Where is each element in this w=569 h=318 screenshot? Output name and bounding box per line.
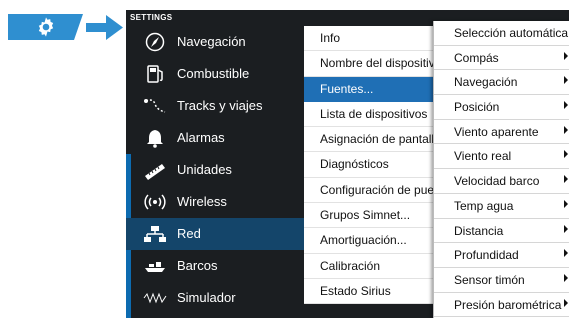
submenu-label: Configuración de puente: [320, 182, 434, 197]
chevron-right-icon: [564, 273, 568, 282]
dropdown-label: Navegación: [454, 75, 518, 90]
compass-icon: [142, 32, 168, 52]
category-item-wireless[interactable]: Wireless: [126, 186, 304, 218]
submenu-item-bridge-config[interactable]: Configuración de puente: [304, 178, 434, 204]
gear-icon: [38, 17, 54, 37]
dropdown-item-auto-select[interactable]: Selección automática: [434, 21, 569, 46]
category-label: Unidades: [177, 162, 232, 177]
dropdown-item-rudder-sensor[interactable]: Sensor timón: [434, 268, 569, 293]
submenu-item-diagnostics[interactable]: Diagnósticos: [304, 152, 434, 178]
dropdown-label: Viento real: [454, 149, 512, 164]
dropdown-item-apparent-wind[interactable]: Viento aparente: [434, 120, 569, 145]
submenu-item-damping[interactable]: Amortiguación...: [304, 228, 434, 254]
category-label: Combustible: [177, 66, 250, 81]
category-item-combustible[interactable]: Combustible: [126, 58, 304, 90]
submenu-item-sources[interactable]: Fuentes...: [304, 76, 434, 102]
category-item-simulador[interactable]: Simulador: [126, 282, 304, 314]
dropdown-item-depth[interactable]: Profundidad: [434, 243, 569, 268]
submenu-label: Amortiguación...: [320, 233, 407, 248]
chevron-right-icon: [564, 51, 568, 60]
dropdown-label: Velocidad barco: [454, 174, 540, 189]
submenu-label: Diagnósticos: [320, 157, 389, 172]
chevron-right-icon: [564, 298, 568, 307]
chevron-right-icon: [564, 101, 568, 110]
dropdown-label: Presión barométrica: [454, 297, 562, 312]
chevron-right-icon: [564, 125, 568, 134]
boats-icon: [142, 256, 168, 276]
wireless-icon: [142, 192, 168, 212]
dropdown-label: Distancia: [454, 223, 504, 238]
chevron-right-icon: [564, 76, 568, 85]
simulator-icon: [142, 288, 168, 308]
dropdown-item-position[interactable]: Posición: [434, 95, 569, 120]
category-label: Alarmas: [177, 130, 225, 145]
dropdown-item-compass[interactable]: Compás: [434, 46, 569, 71]
category-item-unidades[interactable]: Unidades: [126, 154, 304, 186]
submenu-item-display-assignment[interactable]: Asignación de pantallas: [304, 127, 434, 153]
tracks-icon: [142, 96, 168, 116]
category-list: Navegación Combustible Tracks y viajes A…: [126, 26, 304, 314]
dropdown-item-boat-speed[interactable]: Velocidad barco: [434, 169, 569, 194]
network-icon: [142, 224, 168, 244]
chevron-right-icon: [564, 199, 568, 208]
submenu-label: Nombre del dispositivo: [320, 56, 434, 71]
category-label: Tracks y viajes: [177, 98, 263, 113]
submenu-item-info[interactable]: Info: [304, 26, 434, 52]
dropdown-label: Sensor timón: [454, 272, 525, 287]
submenu-panel: Info Nombre del dispositivo Fuentes... L…: [304, 26, 434, 304]
submenu-label: Info: [320, 31, 341, 45]
sources-dropdown: Selección automática Compás Navegación P…: [433, 21, 569, 318]
category-label: Red: [177, 226, 201, 241]
category-item-red[interactable]: Red: [126, 218, 304, 250]
dropdown-label: Posición: [454, 100, 500, 115]
chevron-right-icon: [564, 249, 568, 258]
dropdown-label: Compás: [454, 50, 499, 65]
submenu-label: Fuentes...: [320, 81, 374, 96]
submenu-item-device-name[interactable]: Nombre del dispositivo: [304, 51, 434, 77]
dropdown-item-true-wind[interactable]: Viento real: [434, 144, 569, 170]
settings-banner[interactable]: [8, 14, 83, 40]
dropdown-label: Temp agua: [454, 198, 514, 213]
category-label: Wireless: [177, 194, 227, 209]
category-label: Barcos: [177, 258, 218, 273]
dropdown-item-navigation[interactable]: Navegación: [434, 70, 569, 96]
dropdown-item-barometric-pressure[interactable]: Presión barométrica: [434, 293, 569, 318]
submenu-item-sirius-status[interactable]: Estado Sirius: [304, 279, 434, 304]
dropdown-item-water-temp[interactable]: Temp agua: [434, 194, 569, 219]
chevron-right-icon: [564, 150, 568, 159]
submenu-label: Calibración: [320, 258, 381, 273]
dropdown-label: Viento aparente: [454, 124, 539, 139]
submenu-item-device-list[interactable]: Lista de dispositivos: [304, 102, 434, 128]
dropdown-label: Profundidad: [454, 248, 519, 263]
submenu-label: Asignación de pantallas: [320, 132, 434, 147]
chevron-right-icon: [564, 175, 568, 184]
window-title: SETTINGS: [130, 13, 173, 22]
bell-icon: [142, 128, 168, 148]
category-label: Navegación: [177, 34, 246, 49]
chevron-right-icon: [564, 224, 568, 233]
submenu-label: Estado Sirius: [320, 283, 391, 298]
category-item-tracks[interactable]: Tracks y viajes: [126, 90, 304, 122]
category-item-navegacion[interactable]: Navegación: [126, 26, 304, 58]
submenu-item-simnet-groups[interactable]: Grupos Simnet...: [304, 203, 434, 229]
ruler-icon: [142, 160, 168, 180]
category-label: Simulador: [177, 290, 236, 305]
category-item-alarmas[interactable]: Alarmas: [126, 122, 304, 154]
dropdown-item-distance[interactable]: Distancia: [434, 219, 569, 244]
category-item-barcos[interactable]: Barcos: [126, 250, 304, 282]
submenu-item-calibration[interactable]: Calibración: [304, 254, 434, 279]
submenu-label: Grupos Simnet...: [320, 208, 411, 223]
arrow-right-icon: [86, 15, 123, 40]
submenu-label: Lista de dispositivos: [320, 106, 428, 121]
dropdown-label: Selección automática: [454, 26, 569, 40]
fuel-pump-icon: [142, 64, 168, 84]
